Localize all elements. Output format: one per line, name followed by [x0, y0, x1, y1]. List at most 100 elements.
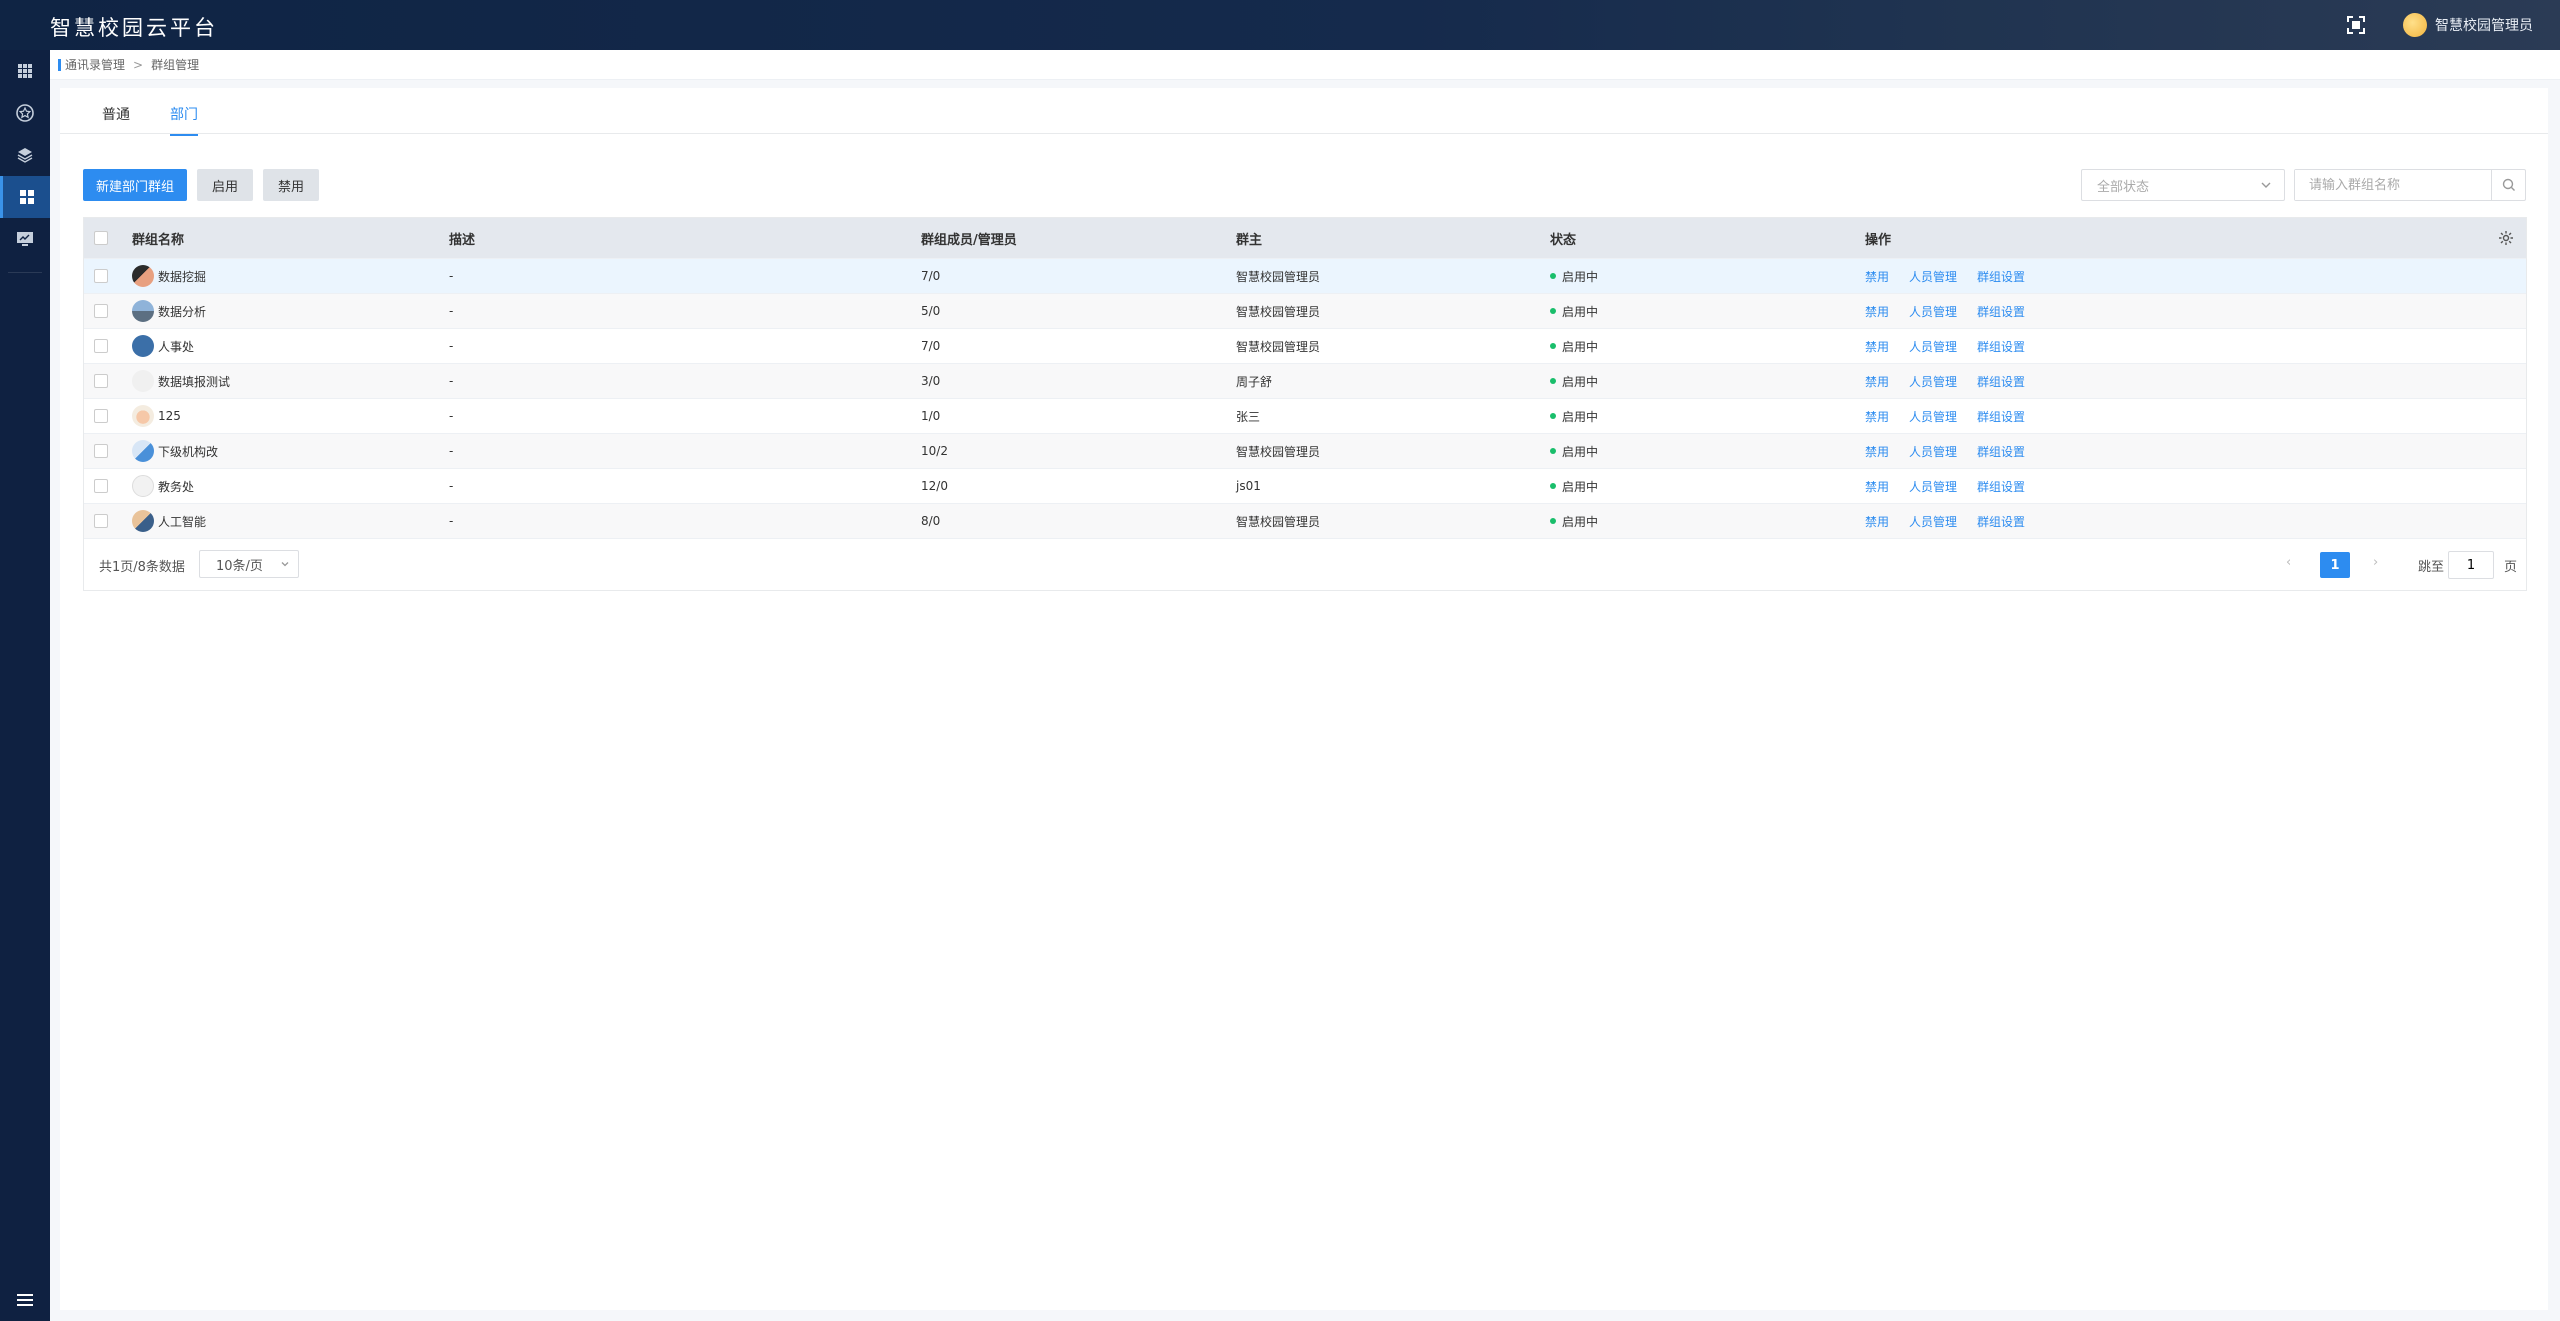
sidebar-item-monitor[interactable] — [0, 218, 50, 260]
disable-link[interactable]: 禁用 — [1865, 303, 1889, 320]
member-manage-link[interactable]: 人员管理 — [1909, 338, 1957, 355]
member-manage-link[interactable]: 人员管理 — [1909, 478, 1957, 495]
group-owner: 智慧校园管理员 — [1236, 269, 1321, 284]
main-panel: 普通 部门 新建部门群组 启用 禁用 全部状态 群组名称 描述 群组成员/管理员… — [60, 88, 2548, 1310]
member-manage-link[interactable]: 人员管理 — [1909, 408, 1957, 425]
group-owner: 张三 — [1236, 409, 1261, 424]
row-checkbox[interactable] — [94, 444, 108, 458]
group-settings-link[interactable]: 群组设置 — [1977, 338, 2025, 355]
group-name: 数据分析 — [158, 304, 207, 319]
disable-link[interactable]: 禁用 — [1865, 268, 1889, 285]
breadcrumb-marker — [58, 58, 61, 71]
table-row[interactable]: 教务处 - 12/0 js01 启用中 禁用 人员管理 群组设置 — [84, 468, 2526, 503]
member-manage-link[interactable]: 人员管理 — [1909, 303, 1957, 320]
group-status: 启用中 — [1562, 409, 1599, 424]
sidebar-divider — [8, 272, 42, 273]
sidebar — [0, 50, 50, 1321]
status-dot — [1550, 343, 1556, 349]
group-settings-link[interactable]: 群组设置 — [1977, 478, 2025, 495]
group-settings-link[interactable]: 群组设置 — [1977, 268, 2025, 285]
user-menu[interactable]: 智慧校园管理员 — [2403, 13, 2533, 37]
tab-department[interactable]: 部门 — [170, 104, 198, 136]
disable-link[interactable]: 禁用 — [1865, 443, 1889, 460]
prev-page-button[interactable]: ‹ — [2286, 555, 2291, 570]
fullscreen-icon[interactable] — [2345, 14, 2367, 36]
row-checkbox[interactable] — [94, 514, 108, 528]
status-dot — [1550, 378, 1556, 384]
status-dot — [1550, 483, 1556, 489]
disable-link[interactable]: 禁用 — [1865, 478, 1889, 495]
disable-link[interactable]: 禁用 — [1865, 373, 1889, 390]
tab-bar: 普通 部门 — [60, 88, 2548, 136]
table-row[interactable]: 下级机构改 - 10/2 智慧校园管理员 启用中 禁用 人员管理 群组设置 — [84, 433, 2526, 468]
row-checkbox[interactable] — [94, 269, 108, 283]
group-settings-link[interactable]: 群组设置 — [1977, 443, 2025, 460]
row-checkbox[interactable] — [94, 479, 108, 493]
group-members: 3/0 — [921, 374, 941, 388]
next-page-button[interactable]: › — [2373, 555, 2378, 570]
chevron-down-icon — [2261, 182, 2271, 188]
search-input[interactable] — [2295, 170, 2492, 200]
apps-grid-icon — [18, 64, 32, 78]
new-group-button[interactable]: 新建部门群组 — [83, 169, 187, 201]
tab-normal[interactable]: 普通 — [102, 104, 130, 134]
table-body: 数据挖掘 -7/0 智慧校园管理员 启用中 禁用 人员管理 群组设置 数据分析 -5/0 智慧校园… — [84, 258, 2526, 538]
layers-icon — [17, 148, 33, 163]
col-header-members: 群组成员/管理员 — [921, 232, 1017, 248]
search-button[interactable] — [2491, 170, 2525, 200]
col-header-name: 群组名称 — [132, 232, 185, 248]
sidebar-collapse-button[interactable] — [0, 1279, 50, 1321]
table-row[interactable]: 人工智能 - 8/0 智慧校园管理员 启用中 禁用 人员管理 群组设置 — [84, 503, 2526, 538]
table-header: 群组名称 描述 群组成员/管理员 群主 状态 操作 — [84, 218, 2526, 258]
user-name: 智慧校园管理员 — [2435, 18, 2533, 34]
jump-label: 跳至 — [2418, 560, 2445, 575]
group-settings-link[interactable]: 群组设置 — [1977, 513, 2025, 530]
member-manage-link[interactable]: 人员管理 — [1909, 373, 1957, 390]
group-owner: 周子舒 — [1236, 374, 1273, 389]
status-dot — [1550, 308, 1556, 314]
member-manage-link[interactable]: 人员管理 — [1909, 443, 1957, 460]
table-row[interactable]: 125 - 1/0 张三 启用中 禁用 人员管理 群组设置 — [84, 398, 2526, 433]
status-dot — [1550, 518, 1556, 524]
disable-button[interactable]: 禁用 — [263, 169, 319, 201]
row-checkbox[interactable] — [94, 409, 108, 423]
table-row[interactable]: 数据填报测试 - 3/0 周子舒 启用中 禁用 人员管理 群组设置 — [84, 363, 2526, 398]
group-settings-link[interactable]: 群组设置 — [1977, 303, 2025, 320]
group-avatar — [132, 370, 154, 392]
group-desc: - — [449, 409, 454, 423]
group-desc: - — [449, 339, 454, 353]
member-manage-link[interactable]: 人员管理 — [1909, 268, 1957, 285]
group-avatar — [132, 405, 154, 427]
disable-link[interactable]: 禁用 — [1865, 408, 1889, 425]
breadcrumb-parent[interactable]: 通讯录管理 — [65, 56, 125, 73]
group-status: 启用中 — [1562, 444, 1599, 459]
group-settings-link[interactable]: 群组设置 — [1977, 408, 2025, 425]
page-size-select[interactable]: 10条/页 — [199, 550, 299, 578]
table-row[interactable]: 人事处 - 7/0 智慧校园管理员 启用中 禁用 人员管理 群组设置 — [84, 328, 2526, 363]
table-row[interactable]: 数据分析 - 5/0 智慧校园管理员 启用中 禁用 人员管理 群组设置 — [84, 293, 2526, 328]
sidebar-item-layers[interactable] — [0, 134, 50, 176]
jump-page-input[interactable] — [2448, 551, 2494, 579]
table-row[interactable]: 数据挖掘 - 7/0 智慧校园管理员 启用中 禁用 人员管理 群组设置 — [84, 258, 2526, 293]
sidebar-item-favorites[interactable] — [0, 92, 50, 134]
member-manage-link[interactable]: 人员管理 — [1909, 513, 1957, 530]
group-members: 8/0 — [921, 514, 941, 528]
row-checkbox[interactable] — [94, 339, 108, 353]
group-name: 数据挖掘 — [158, 269, 207, 284]
group-name: 125 — [158, 409, 181, 423]
sidebar-item-apps[interactable] — [0, 50, 50, 92]
group-status: 启用中 — [1562, 374, 1599, 389]
column-settings-icon[interactable] — [2498, 218, 2514, 258]
group-settings-link[interactable]: 群组设置 — [1977, 373, 2025, 390]
disable-link[interactable]: 禁用 — [1865, 513, 1889, 530]
sidebar-item-dashboard[interactable] — [0, 176, 50, 218]
page-number-current[interactable]: 1 — [2320, 552, 2350, 578]
group-owner: 智慧校园管理员 — [1236, 339, 1321, 354]
status-filter-select[interactable]: 全部状态 — [2081, 169, 2285, 201]
row-checkbox[interactable] — [94, 374, 108, 388]
row-checkbox[interactable] — [94, 304, 108, 318]
enable-button[interactable]: 启用 — [197, 169, 253, 201]
disable-link[interactable]: 禁用 — [1865, 338, 1889, 355]
group-avatar — [132, 300, 154, 322]
select-all-checkbox[interactable] — [94, 231, 108, 245]
